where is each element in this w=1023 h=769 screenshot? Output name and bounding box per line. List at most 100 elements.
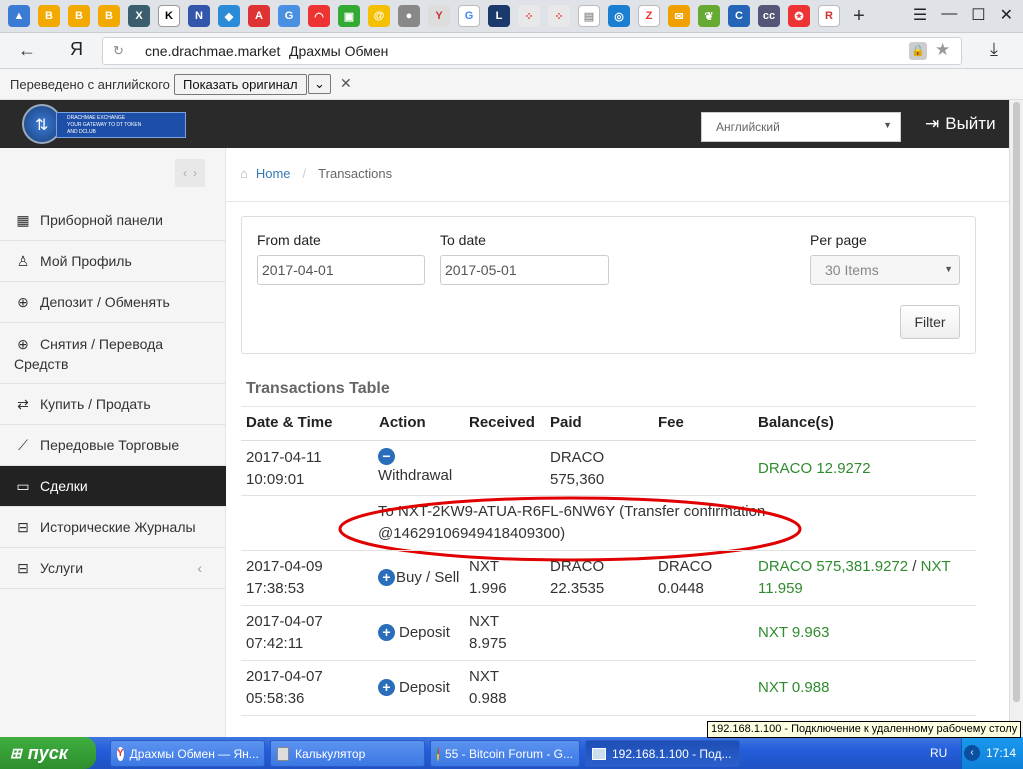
taskbar: ⊞ пуск Y Драхмы Обмен — Ян... Калькулято…: [0, 737, 1023, 769]
table-title: Transactions Table: [246, 380, 390, 397]
page-title-text: Драхмы Обмен: [289, 43, 389, 59]
user-icon: ♙: [16, 252, 30, 269]
url-field[interactable]: ↻ cne.drachmae.market Драхмы Обмен 🔒 ★: [102, 37, 962, 65]
language-indicator[interactable]: RU: [930, 746, 947, 760]
breadcrumb: ⌂ Home / Transactions: [240, 166, 393, 181]
download-icon[interactable]: ⤓: [990, 39, 998, 60]
show-original-button[interactable]: Показать оригинал: [174, 74, 307, 95]
inbox-icon: ⊟: [17, 518, 29, 535]
sidebar-item-dashboard[interactable]: ▦ Приборной панели: [0, 200, 226, 241]
n-tab-icon[interactable]: N: [188, 5, 210, 27]
lifebuoy-tab-icon[interactable]: ✪: [788, 5, 810, 27]
close-translate-icon[interactable]: ✕: [340, 75, 352, 92]
y-tab-icon[interactable]: Y: [428, 5, 450, 27]
calculator-icon: [277, 746, 289, 761]
plus-circle-icon: +: [378, 569, 395, 586]
plus-circle-icon: +: [378, 679, 395, 696]
language-select[interactable]: Английский ▼: [701, 112, 901, 142]
globe-tab-icon[interactable]: ●: [398, 5, 420, 27]
bitcoin-tab-icon[interactable]: B: [98, 5, 120, 27]
scrollbar-thumb[interactable]: [1013, 102, 1020, 702]
green-tab-icon[interactable]: ▣: [338, 5, 360, 27]
breadcrumb-home-link[interactable]: Home: [256, 166, 291, 181]
yandex-tab-icon[interactable]: ▲: [8, 5, 30, 27]
bitcoin-tab-icon[interactable]: B: [38, 5, 60, 27]
per-page-select[interactable]: 30 Items ▼: [810, 255, 960, 285]
sidebar-item-advanced-trading[interactable]: ⟋ Передовые Торговые: [0, 425, 226, 466]
lock-icon[interactable]: 🔒: [909, 42, 927, 60]
circle-up-icon: ⊕: [17, 336, 29, 352]
mail-tab-icon[interactable]: ✉: [668, 5, 690, 27]
maximize-icon[interactable]: ☐: [971, 5, 985, 25]
web-page: ⇅ DRACHMAE EXCHANGE YOUR GATEWAY TO DT T…: [0, 100, 1023, 737]
taskbar-tooltip: 192.168.1.100 - Подключение к удаленному…: [707, 721, 1022, 738]
menu-icon[interactable]: ☰: [913, 5, 927, 25]
diamond-tab-icon[interactable]: ◆: [218, 5, 240, 27]
start-button[interactable]: ⊞ пуск: [0, 737, 96, 769]
translate-message: Переведено с английского: [10, 77, 170, 92]
col-header-balance: Balance(s): [758, 414, 834, 431]
minimize-icon[interactable]: —: [941, 5, 957, 25]
translate-tab-icon[interactable]: G: [278, 5, 300, 27]
sidebar-item-buy-sell[interactable]: ⇄ Купить / Продать: [0, 384, 226, 425]
to-date-label: To date: [440, 232, 486, 248]
chrome-icon: [437, 746, 439, 761]
sidebar-collapse-toggle[interactable]: ‹ ›: [175, 159, 205, 187]
translate-options-chevron-icon[interactable]: ⌄: [308, 74, 331, 94]
circle-down-icon: ⊕: [17, 293, 29, 310]
circle-tab-icon[interactable]: ◎: [608, 5, 630, 27]
to-date-input[interactable]: 2017-05-01: [440, 255, 609, 285]
col-header-action: Action: [379, 414, 426, 431]
taskbar-task-calculator[interactable]: Калькулятор: [270, 740, 425, 767]
inbox-icon: ⊟: [17, 559, 29, 576]
doc-tab-icon[interactable]: ▤: [578, 5, 600, 27]
sidebar: ‹ › ▦ Приборной панели ♙ Мой Профиль ⊕ Депоз…: [0, 148, 236, 737]
leaf-tab-icon[interactable]: ❦: [698, 5, 720, 27]
r-tab-icon[interactable]: R: [818, 5, 840, 27]
dots-tab-icon[interactable]: ⁘: [518, 5, 540, 27]
ccx-tab-icon[interactable]: cc: [758, 5, 780, 27]
l-tab-icon[interactable]: L: [488, 5, 510, 27]
yandex-logo-icon[interactable]: Я: [70, 39, 83, 60]
system-tray: ‹ 17:14: [961, 737, 1023, 769]
google-tab-icon[interactable]: G: [458, 5, 480, 27]
sidebar-item-services[interactable]: ⊟ Услуги ‹: [0, 548, 226, 589]
sidebar-item-deposit[interactable]: ⊕ Депозит / Обменять: [0, 282, 226, 323]
chevron-left-icon: ‹: [183, 166, 187, 180]
page-scrollbar[interactable]: [1009, 100, 1023, 737]
filter-button[interactable]: Filter: [900, 305, 960, 339]
sidebar-item-profile[interactable]: ♙ Мой Профиль: [0, 241, 226, 282]
c-tab-icon[interactable]: C: [728, 5, 750, 27]
col-header-received: Received: [469, 414, 535, 431]
col-header-paid: Paid: [550, 414, 582, 431]
dots-tab-icon[interactable]: ⁘: [548, 5, 570, 27]
back-arrow-icon[interactable]: ←: [18, 40, 36, 61]
from-date-input[interactable]: 2017-04-01: [257, 255, 425, 285]
star-icon[interactable]: ★: [935, 40, 950, 60]
minus-circle-icon: −: [378, 448, 395, 465]
home-icon: ⌂: [240, 166, 248, 181]
taskbar-task-chrome[interactable]: 55 - Bitcoin Forum - G...: [430, 740, 580, 767]
tool-tab-icon[interactable]: K: [158, 5, 180, 27]
logout-button[interactable]: ⇥ Выйти: [925, 114, 996, 134]
browser-tab-bar: ▲ B B B X K N ◆ A G ◠ ▣ @ ● Y G L ⁘ ⁘ ▤ …: [0, 0, 1023, 33]
z-tab-icon[interactable]: Z: [638, 5, 660, 27]
a-tab-icon[interactable]: A: [248, 5, 270, 27]
sidebar-item-withdraw[interactable]: ⊕ Снятия / Перевода Средств: [0, 323, 226, 384]
sidebar-item-history[interactable]: ⊟ Исторические Журналы: [0, 507, 226, 548]
taskbar-task-browser[interactable]: Y Драхмы Обмен — Ян...: [110, 740, 265, 767]
windows-logo-icon: ⊞: [10, 744, 22, 761]
arc-tab-icon[interactable]: ◠: [308, 5, 330, 27]
x-tab-icon[interactable]: X: [128, 5, 150, 27]
taskbar-task-remote-desktop[interactable]: 192.168.1.100 - Под...: [585, 740, 740, 767]
filter-panel: From date 2017-04-01 To date 2017-05-01 …: [241, 216, 976, 354]
site-logo[interactable]: ⇅ DRACHMAE EXCHANGE YOUR GATEWAY TO DT T…: [22, 104, 186, 144]
tray-arrow-icon[interactable]: ‹: [964, 745, 980, 761]
remote-desktop-icon: [592, 747, 606, 760]
sidebar-item-transactions[interactable]: ▭ Сделки: [0, 466, 226, 507]
new-tab-icon[interactable]: +: [848, 5, 870, 27]
bitcoin-tab-icon[interactable]: B: [68, 5, 90, 27]
close-window-icon[interactable]: ✕: [1000, 5, 1013, 25]
swirl-tab-icon[interactable]: @: [368, 5, 390, 27]
reload-icon[interactable]: ↻: [113, 43, 124, 59]
